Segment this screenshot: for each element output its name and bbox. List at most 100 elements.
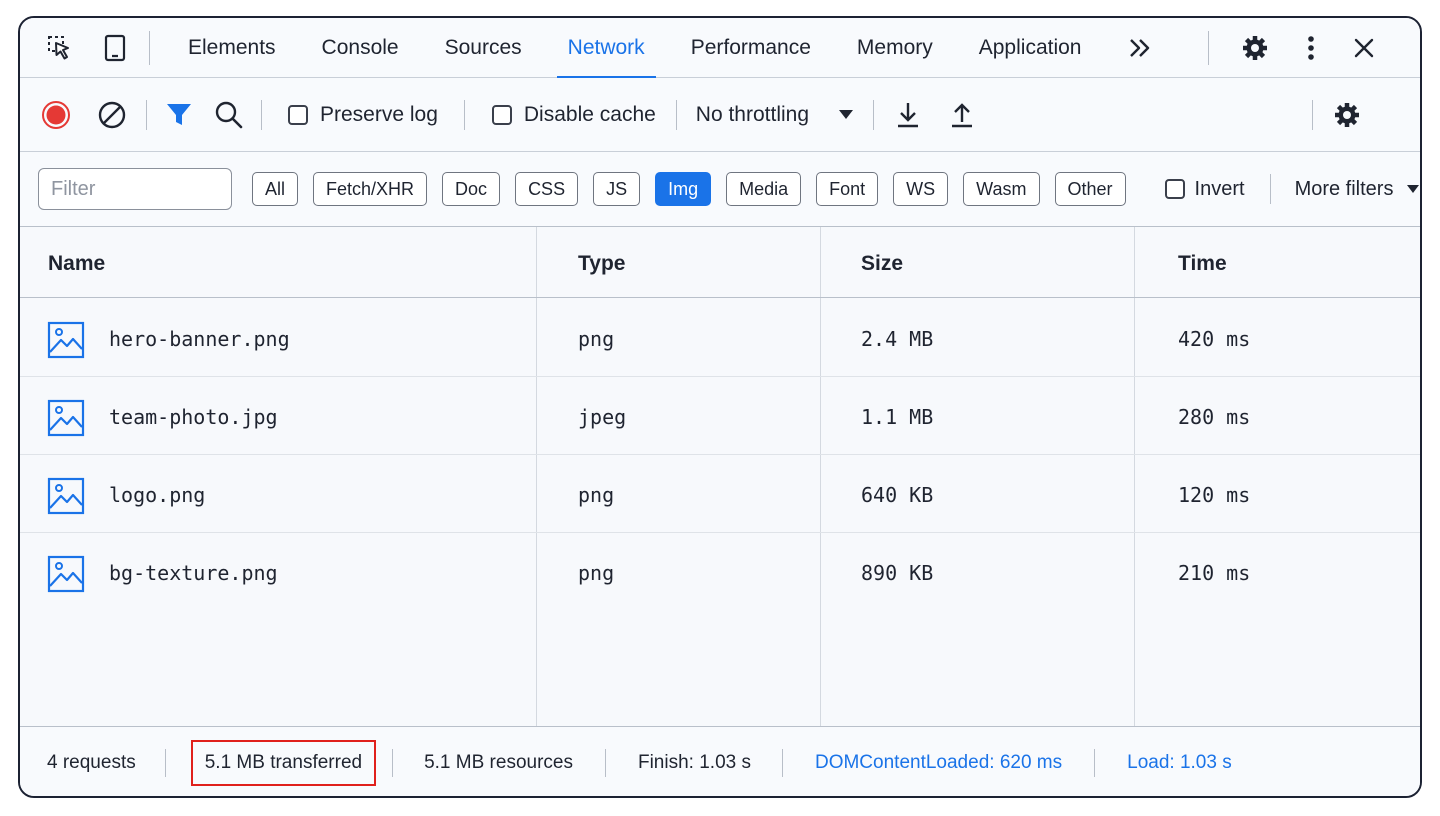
tab-label: Performance <box>690 35 811 59</box>
filter-icon <box>167 103 191 125</box>
tab-network[interactable]: Network <box>556 18 656 79</box>
table-header: Name Type Size Time <box>20 227 1420 298</box>
transferred-size: 5.1 MB transferred <box>190 739 377 786</box>
throttling-dropdown[interactable]: No throttling <box>695 102 854 127</box>
status-divider <box>392 748 394 777</box>
chip-js[interactable]: JS <box>593 172 641 206</box>
network-settings-icon <box>1335 102 1360 127</box>
status-divider <box>781 748 783 777</box>
chip-doc[interactable]: Doc <box>442 172 501 206</box>
chip-media[interactable]: Media <box>726 172 802 206</box>
filter-toggle-button[interactable] <box>161 97 197 133</box>
toolbar-divider <box>261 99 262 130</box>
close-icon <box>1355 38 1374 57</box>
request-type: png <box>578 561 615 585</box>
tab-elements[interactable]: Elements <box>177 18 287 78</box>
more-filters-label: More filters <box>1294 177 1394 200</box>
devtools-tab-strip: Elements Console Sources Network Perform… <box>20 18 1420 79</box>
chip-fetch-xhr[interactable]: Fetch/XHR <box>313 172 428 206</box>
tab-label: Sources <box>444 35 522 59</box>
more-options-button[interactable] <box>1296 28 1326 68</box>
tab-strip-divider <box>1208 30 1210 65</box>
preserve-log-box[interactable] <box>288 104 308 125</box>
settings-icon <box>1243 35 1268 60</box>
invert-checkbox[interactable]: Invert <box>1164 177 1245 201</box>
chip-img[interactable]: Img <box>655 172 712 206</box>
status-divider <box>164 748 166 777</box>
image-file-icon <box>47 477 85 515</box>
tab-label: Memory <box>856 35 933 59</box>
tab-console[interactable]: Console <box>311 18 410 78</box>
request-size: 1.1 MB <box>861 405 934 429</box>
status-divider <box>604 748 606 777</box>
search-button[interactable] <box>211 97 247 133</box>
record-button[interactable] <box>38 97 74 133</box>
toolbar-divider <box>1312 99 1314 130</box>
close-devtools-button[interactable] <box>1346 30 1382 66</box>
import-har-button[interactable] <box>890 97 926 133</box>
select-element-button[interactable] <box>40 28 80 68</box>
tab-label: Console <box>321 35 399 59</box>
network-status-bar: 4 requests 5.1 MB transferred 5.1 MB res… <box>20 726 1420 796</box>
tab-label: Elements <box>188 35 276 59</box>
tab-label: Application <box>978 35 1082 59</box>
toolbar-divider <box>675 99 677 130</box>
request-size: 2.4 MB <box>861 327 934 351</box>
disable-cache-checkbox[interactable]: Disable cache <box>491 103 656 127</box>
filter-bar-divider <box>1269 174 1271 204</box>
record-icon <box>42 100 70 129</box>
tab-strip-divider <box>149 30 150 65</box>
table-row[interactable]: logo.png png 640 KB 120 ms <box>20 455 1420 533</box>
column-header-type[interactable]: Type <box>578 252 625 276</box>
disable-cache-box[interactable] <box>491 104 512 125</box>
clear-button[interactable] <box>94 97 130 133</box>
preserve-log-checkbox[interactable]: Preserve log <box>288 103 438 127</box>
search-icon <box>215 101 243 128</box>
chip-font[interactable]: Font <box>816 172 879 206</box>
device-toolbar-icon <box>104 34 126 61</box>
device-toolbar-button[interactable] <box>95 28 135 68</box>
chip-other[interactable]: Other <box>1054 172 1126 206</box>
chevron-down-icon <box>839 110 854 119</box>
toolbar-divider <box>463 99 465 130</box>
request-name: hero-banner.png <box>109 327 290 351</box>
column-header-name[interactable]: Name <box>48 252 105 276</box>
table-row[interactable]: hero-banner.png png 2.4 MB 420 ms <box>20 299 1420 377</box>
filter-input[interactable] <box>38 168 232 210</box>
request-type: jpeg <box>578 405 627 429</box>
invert-box[interactable] <box>1164 179 1185 199</box>
select-element-icon <box>48 35 69 59</box>
request-size: 890 KB <box>861 561 934 585</box>
chip-css[interactable]: CSS <box>515 172 579 206</box>
request-count: 4 requests <box>47 751 136 773</box>
request-type: png <box>578 327 615 351</box>
chip-ws[interactable]: WS <box>893 172 949 206</box>
column-header-size[interactable]: Size <box>861 252 903 276</box>
settings-button[interactable] <box>1235 28 1275 68</box>
tab-memory[interactable]: Memory <box>846 18 944 78</box>
filter-bar: All Fetch/XHR Doc CSS JS Img Media Font … <box>20 152 1420 227</box>
network-settings-button[interactable] <box>1327 95 1367 135</box>
request-time: 210 ms <box>1178 561 1251 585</box>
preserve-log-label: Preserve log <box>320 102 438 126</box>
tab-sources[interactable]: Sources <box>434 18 533 78</box>
table-row[interactable]: team-photo.jpg jpeg 1.1 MB 280 ms <box>20 377 1420 455</box>
clear-icon <box>98 101 126 128</box>
dom-content-loaded-time: DOMContentLoaded: 620 ms <box>814 751 1063 773</box>
invert-label: Invert <box>1194 177 1245 200</box>
column-header-time[interactable]: Time <box>1178 252 1227 276</box>
chevron-down-icon <box>1407 185 1420 193</box>
request-size: 640 KB <box>861 483 934 507</box>
more-tabs-button[interactable] <box>1122 30 1158 66</box>
tab-performance[interactable]: Performance <box>680 18 822 78</box>
tab-application[interactable]: Application <box>968 18 1093 78</box>
table-row[interactable]: bg-texture.png png 890 KB 210 ms <box>20 533 1420 611</box>
export-har-button[interactable] <box>944 97 980 133</box>
export-har-icon <box>952 102 973 127</box>
more-filters-dropdown[interactable]: More filters <box>1295 178 1420 201</box>
throttling-value: No throttling <box>695 102 810 126</box>
chip-wasm[interactable]: Wasm <box>963 172 1040 206</box>
request-name: bg-texture.png <box>109 561 278 585</box>
kebab-menu-icon <box>1308 35 1315 60</box>
chip-all[interactable]: All <box>252 172 299 206</box>
